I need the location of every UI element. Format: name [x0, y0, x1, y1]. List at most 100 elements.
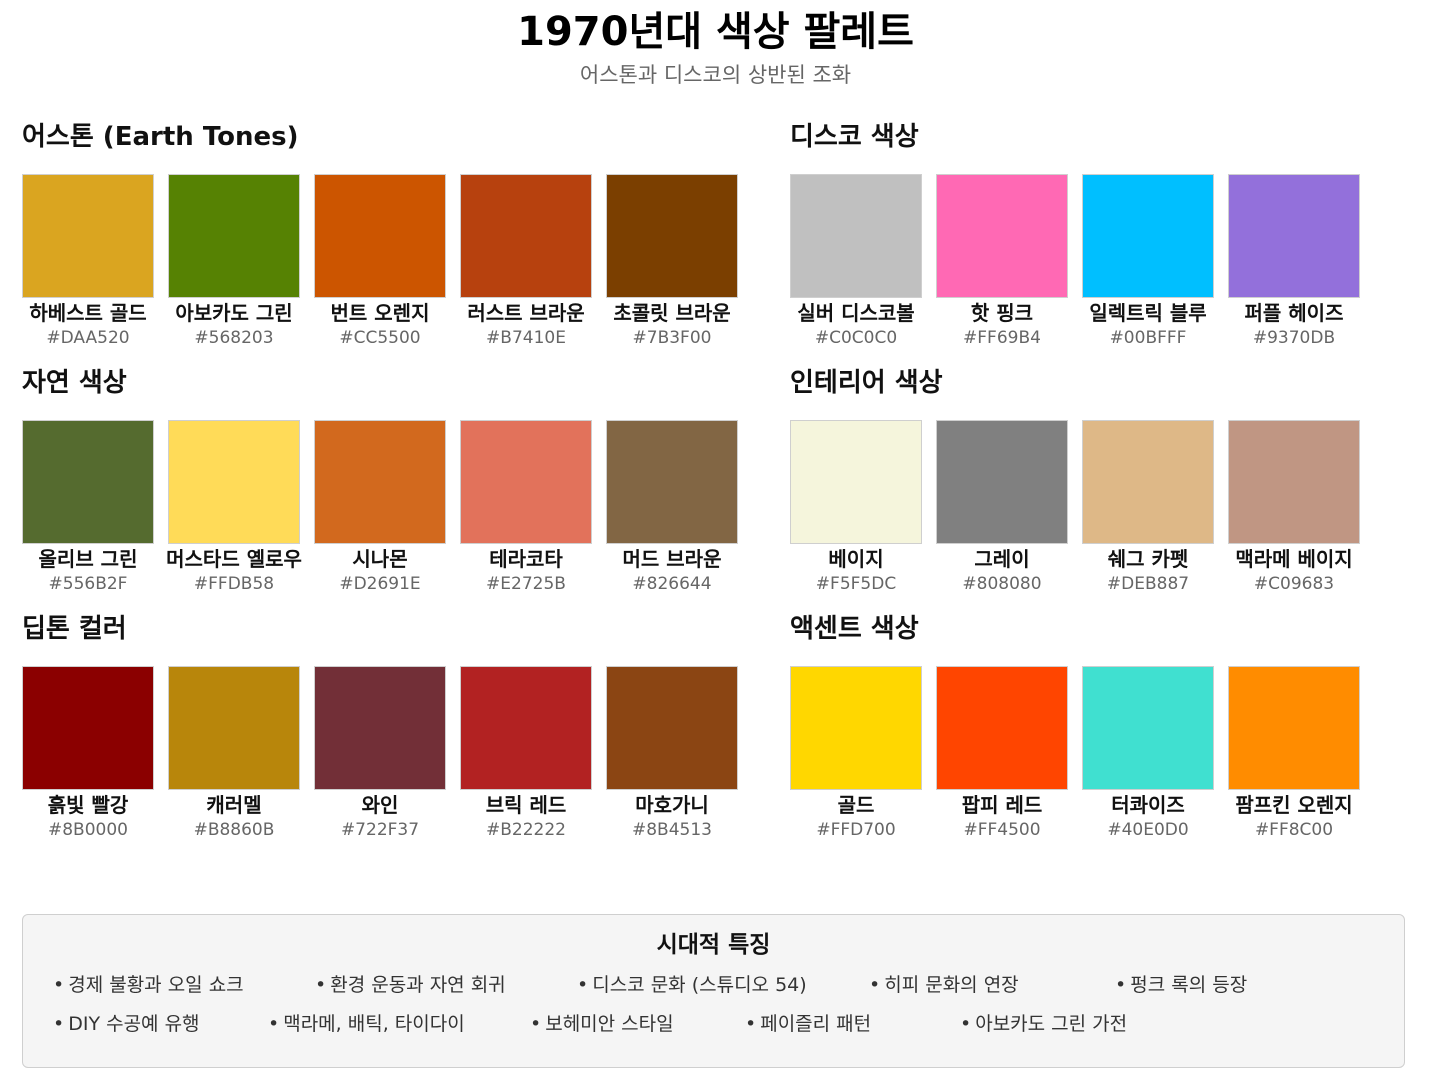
- color-hex-code: #E2725B: [486, 574, 566, 594]
- color-swatch: 캐러멜 #B8860B: [168, 666, 300, 842]
- color-chip: [790, 174, 922, 298]
- color-name: 머드 브라운: [622, 547, 722, 571]
- bullet-icon: •: [53, 1013, 65, 1035]
- color-hex-code: #B8860B: [193, 820, 275, 840]
- color-hex-code: #8B4513: [632, 820, 712, 840]
- color-name: 베이지: [828, 547, 884, 571]
- color-chip: [168, 174, 300, 298]
- color-chip: [168, 420, 300, 544]
- color-hex-code: #556B2F: [48, 574, 128, 594]
- color-name: 팜프킨 오렌지: [1235, 793, 1353, 817]
- color-swatch: 올리브 그린 #556B2F: [22, 420, 154, 596]
- color-name: 하베스트 골드: [29, 301, 147, 325]
- color-name: 쉐그 카펫: [1107, 547, 1189, 571]
- color-hex-code: #00BFFF: [1109, 328, 1187, 348]
- feature-text: 경제 불황과 오일 쇼크: [68, 974, 244, 996]
- color-name: 맥라메 베이지: [1235, 547, 1353, 571]
- color-name: 러스트 브라운: [467, 301, 585, 325]
- color-name: 시나몬: [352, 547, 408, 571]
- color-chip: [606, 666, 738, 790]
- swatch-row: 베이지 #F5F5DC 그레이 #808080 쉐그 카펫 #DEB887 맥라메 베이지 #…: [790, 420, 1431, 596]
- color-swatch: 핫 핑크 #FF69B4: [936, 174, 1068, 350]
- color-chip: [314, 666, 446, 790]
- color-swatch: 베이지 #F5F5DC: [790, 420, 922, 596]
- color-name: 캐러멜: [206, 793, 262, 817]
- color-name: 번트 오렌지: [330, 301, 430, 325]
- feature-item: • DIY 수공예 유행: [53, 1011, 268, 1037]
- color-swatch: 쉐그 카펫 #DEB887: [1082, 420, 1214, 596]
- feature-text: 보헤미안 스타일: [545, 1013, 674, 1035]
- color-hex-code: #B7410E: [486, 328, 566, 348]
- features-title: 시대적 특징: [656, 932, 771, 958]
- color-chip: [168, 666, 300, 790]
- deep-tone-section: 딥톤 컬러 흙빛 빨강 #8B0000 캐러멜 #B8860B 와인 #722F37 브릭 레…: [22, 612, 762, 842]
- feature-item: • 페이즐리 패턴: [745, 1011, 960, 1037]
- color-chip: [790, 666, 922, 790]
- color-hex-code: #CC5500: [339, 328, 421, 348]
- bullet-icon: •: [315, 974, 327, 996]
- color-name: 초콜릿 브라운: [613, 301, 731, 325]
- color-swatch: 팜프킨 오렌지 #FF8C00: [1228, 666, 1360, 842]
- color-hex-code: #FF4500: [963, 820, 1041, 840]
- bullet-icon: •: [268, 1013, 280, 1035]
- section-title: 자연 색상: [22, 368, 127, 398]
- feature-item: • 맥라메, 배틱, 타이다이: [268, 1011, 530, 1037]
- color-chip: [936, 174, 1068, 298]
- swatch-row: 하베스트 골드 #DAA520 아보카도 그린 #568203 번트 오렌지 #CC550…: [22, 174, 762, 350]
- feature-text: 펑크 록의 등장: [1130, 974, 1248, 996]
- color-hex-code: #D2691E: [339, 574, 421, 594]
- color-swatch: 초콜릿 브라운 #7B3F00: [606, 174, 738, 350]
- color-chip: [606, 174, 738, 298]
- section-title: 딥톤 컬러: [22, 614, 127, 644]
- color-name: 퍼플 헤이즈: [1244, 301, 1344, 325]
- color-hex-code: #FF8C00: [1254, 820, 1334, 840]
- color-hex-code: #808080: [962, 574, 1042, 594]
- color-chip: [1228, 174, 1360, 298]
- section-title: 어스톤 (Earth Tones): [22, 122, 299, 152]
- color-hex-code: #F5F5DC: [815, 574, 897, 594]
- feature-text: DIY 수공예 유행: [68, 1013, 200, 1035]
- swatch-row: 실버 디스코볼 #C0C0C0 핫 핑크 #FF69B4 일렉트릭 블루 #00BFFF 퍼…: [790, 174, 1431, 350]
- color-chip: [460, 666, 592, 790]
- color-name: 아보카도 그린: [175, 301, 293, 325]
- color-hex-code: #7B3F00: [632, 328, 712, 348]
- page-subtitle: 어스톤과 디스코의 상반된 조화: [579, 63, 852, 87]
- color-swatch: 러스트 브라운 #B7410E: [460, 174, 592, 350]
- bullet-icon: •: [53, 974, 65, 996]
- color-hex-code: #568203: [194, 328, 274, 348]
- bullet-icon: •: [1115, 974, 1127, 996]
- color-hex-code: #C0C0C0: [814, 328, 898, 348]
- color-chip: [460, 420, 592, 544]
- feature-item: • 보헤미안 스타일: [530, 1011, 745, 1037]
- color-name: 골드: [837, 793, 875, 817]
- color-swatch: 와인 #722F37: [314, 666, 446, 842]
- page-title: 1970년대 색상 팔레트: [517, 9, 914, 55]
- color-swatch: 일렉트릭 블루 #00BFFF: [1082, 174, 1214, 350]
- color-name: 올리브 그린: [38, 547, 138, 571]
- features-row-1: • 경제 불황과 오일 쇼크 • 환경 운동과 자연 회귀 • 디스코 문화 (스튜디오 …: [53, 972, 1315, 998]
- color-swatch: 테라코타 #E2725B: [460, 420, 592, 596]
- section-title: 액센트 색상: [790, 614, 919, 644]
- feature-text: 디스코 문화 (스튜디오 54): [592, 974, 807, 996]
- color-chip: [1082, 666, 1214, 790]
- color-hex-code: #FFD700: [816, 820, 896, 840]
- color-chip: [22, 420, 154, 544]
- color-swatch: 머드 브라운 #826644: [606, 420, 738, 596]
- color-name: 테라코타: [489, 547, 563, 571]
- swatch-row: 흙빛 빨강 #8B0000 캐러멜 #B8860B 와인 #722F37 브릭 레드 #B22…: [22, 666, 762, 842]
- color-swatch: 터콰이즈 #40E0D0: [1082, 666, 1214, 842]
- color-swatch: 골드 #FFD700: [790, 666, 922, 842]
- bullet-icon: •: [577, 974, 589, 996]
- color-chip: [314, 174, 446, 298]
- color-swatch: 맥라메 베이지 #C09683: [1228, 420, 1360, 596]
- color-name: 와인: [361, 793, 399, 817]
- color-hex-code: #B22222: [486, 820, 566, 840]
- interior-section: 인테리어 색상 베이지 #F5F5DC 그레이 #808080 쉐그 카펫 #DEB887 맥…: [790, 366, 1431, 596]
- feature-text: 페이즐리 패턴: [760, 1013, 872, 1035]
- color-chip: [314, 420, 446, 544]
- disco-section: 디스코 색상 실버 디스코볼 #C0C0C0 핫 핑크 #FF69B4 일렉트릭 블루 #0…: [790, 120, 1431, 350]
- color-hex-code: #722F37: [340, 820, 420, 840]
- color-name: 그레이: [974, 547, 1030, 571]
- color-swatch: 흙빛 빨강 #8B0000: [22, 666, 154, 842]
- feature-text: 아보카도 그린 가전: [975, 1013, 1128, 1035]
